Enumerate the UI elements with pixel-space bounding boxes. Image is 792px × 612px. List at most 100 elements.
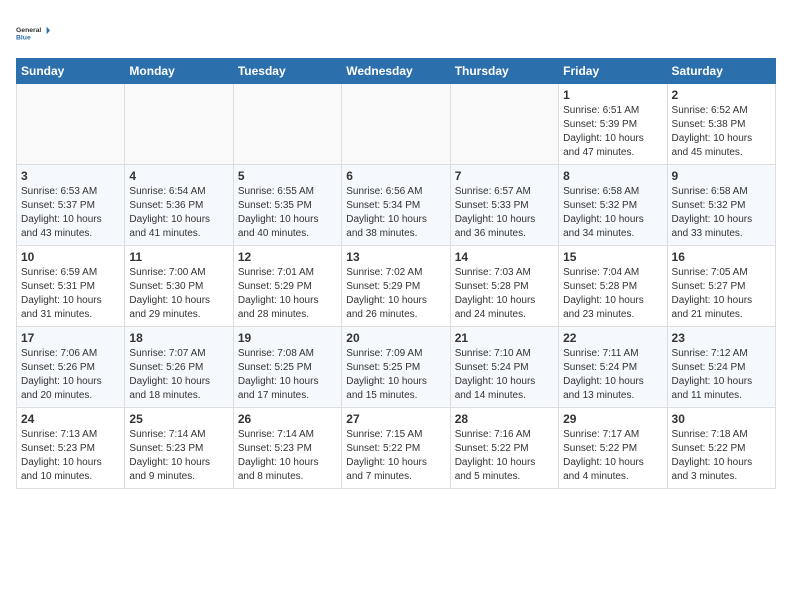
- day-info: Sunrise: 7:13 AM Sunset: 5:23 PM Dayligh…: [21, 428, 120, 484]
- day-number: 6: [346, 169, 445, 183]
- calendar-cell: 30 Sunrise: 7:18 AM Sunset: 5:22 PM Dayli…: [667, 408, 775, 489]
- day-info: Sunrise: 7:02 AM Sunset: 5:29 PM Dayligh…: [346, 266, 445, 322]
- day-info: Sunrise: 7:14 AM Sunset: 5:23 PM Dayligh…: [129, 428, 228, 484]
- calendar-cell: 14 Sunrise: 7:03 AM Sunset: 5:28 PM Dayli…: [450, 246, 558, 327]
- weekday-header: Sunday: [17, 59, 125, 84]
- calendar-cell: 3 Sunrise: 6:53 AM Sunset: 5:37 PM Daylig…: [17, 165, 125, 246]
- day-number: 23: [672, 331, 771, 345]
- weekday-header: Wednesday: [342, 59, 450, 84]
- calendar-cell: 12 Sunrise: 7:01 AM Sunset: 5:29 PM Dayli…: [233, 246, 341, 327]
- day-number: 5: [238, 169, 337, 183]
- weekday-header: Friday: [559, 59, 667, 84]
- day-info: Sunrise: 7:07 AM Sunset: 5:26 PM Dayligh…: [129, 347, 228, 403]
- day-number: 18: [129, 331, 228, 345]
- day-number: 10: [21, 250, 120, 264]
- calendar-cell: 26 Sunrise: 7:14 AM Sunset: 5:23 PM Dayli…: [233, 408, 341, 489]
- calendar-cell: 1 Sunrise: 6:51 AM Sunset: 5:39 PM Daylig…: [559, 84, 667, 165]
- day-number: 15: [563, 250, 662, 264]
- calendar-cell: 28 Sunrise: 7:16 AM Sunset: 5:22 PM Dayli…: [450, 408, 558, 489]
- day-info: Sunrise: 6:59 AM Sunset: 5:31 PM Dayligh…: [21, 266, 120, 322]
- day-number: 2: [672, 88, 771, 102]
- day-info: Sunrise: 7:00 AM Sunset: 5:30 PM Dayligh…: [129, 266, 228, 322]
- day-info: Sunrise: 7:11 AM Sunset: 5:24 PM Dayligh…: [563, 347, 662, 403]
- day-number: 26: [238, 412, 337, 426]
- calendar-cell: 17Sunrise: 7:06 AM Sunset: 5:26 PM Dayli…: [17, 327, 125, 408]
- calendar-cell: 4 Sunrise: 6:54 AM Sunset: 5:36 PM Daylig…: [125, 165, 233, 246]
- weekday-header: Tuesday: [233, 59, 341, 84]
- calendar-cell: [342, 84, 450, 165]
- day-number: 7: [455, 169, 554, 183]
- logo-svg: General Blue: [16, 16, 50, 50]
- day-number: 20: [346, 331, 445, 345]
- calendar-cell: 25 Sunrise: 7:14 AM Sunset: 5:23 PM Dayli…: [125, 408, 233, 489]
- day-number: 30: [672, 412, 771, 426]
- day-number: 13: [346, 250, 445, 264]
- weekday-header-row: SundayMondayTuesdayWednesdayThursdayFrid…: [17, 59, 776, 84]
- calendar-cell: 21 Sunrise: 7:10 AM Sunset: 5:24 PM Dayli…: [450, 327, 558, 408]
- calendar-cell: 24 Sunrise: 7:13 AM Sunset: 5:23 PM Dayli…: [17, 408, 125, 489]
- calendar-cell: 11 Sunrise: 7:00 AM Sunset: 5:30 PM Dayli…: [125, 246, 233, 327]
- day-number: 12: [238, 250, 337, 264]
- day-number: 29: [563, 412, 662, 426]
- day-number: 28: [455, 412, 554, 426]
- day-number: 16: [672, 250, 771, 264]
- day-info: Sunrise: 6:53 AM Sunset: 5:37 PM Dayligh…: [21, 185, 120, 241]
- day-info: Sunrise: 7:18 AM Sunset: 5:22 PM Dayligh…: [672, 428, 771, 484]
- day-number: 3: [21, 169, 120, 183]
- calendar-cell: [233, 84, 341, 165]
- day-number: 24: [21, 412, 120, 426]
- page-header: General Blue: [16, 16, 776, 50]
- day-info: Sunrise: 7:14 AM Sunset: 5:23 PM Dayligh…: [238, 428, 337, 484]
- calendar-table: SundayMondayTuesdayWednesdayThursdayFrid…: [16, 58, 776, 489]
- day-info: Sunrise: 6:58 AM Sunset: 5:32 PM Dayligh…: [563, 185, 662, 241]
- day-info: Sunrise: 7:10 AM Sunset: 5:24 PM Dayligh…: [455, 347, 554, 403]
- svg-text:General: General: [16, 27, 41, 34]
- day-number: 21: [455, 331, 554, 345]
- calendar-cell: 8 Sunrise: 6:58 AM Sunset: 5:32 PM Daylig…: [559, 165, 667, 246]
- day-info: Sunrise: 7:09 AM Sunset: 5:25 PM Dayligh…: [346, 347, 445, 403]
- weekday-header: Saturday: [667, 59, 775, 84]
- calendar-cell: 23Sunrise: 7:12 AM Sunset: 5:24 PM Dayli…: [667, 327, 775, 408]
- day-info: Sunrise: 6:54 AM Sunset: 5:36 PM Dayligh…: [129, 185, 228, 241]
- day-info: Sunrise: 7:03 AM Sunset: 5:28 PM Dayligh…: [455, 266, 554, 322]
- day-number: 4: [129, 169, 228, 183]
- calendar-cell: 16Sunrise: 7:05 AM Sunset: 5:27 PM Dayli…: [667, 246, 775, 327]
- day-info: Sunrise: 6:58 AM Sunset: 5:32 PM Dayligh…: [672, 185, 771, 241]
- day-number: 11: [129, 250, 228, 264]
- calendar-cell: 5Sunrise: 6:55 AM Sunset: 5:35 PM Daylig…: [233, 165, 341, 246]
- day-info: Sunrise: 7:15 AM Sunset: 5:22 PM Dayligh…: [346, 428, 445, 484]
- day-number: 27: [346, 412, 445, 426]
- calendar-cell: [450, 84, 558, 165]
- calendar-week-row: 3 Sunrise: 6:53 AM Sunset: 5:37 PM Daylig…: [17, 165, 776, 246]
- day-number: 25: [129, 412, 228, 426]
- calendar-week-row: 17Sunrise: 7:06 AM Sunset: 5:26 PM Dayli…: [17, 327, 776, 408]
- day-info: Sunrise: 7:16 AM Sunset: 5:22 PM Dayligh…: [455, 428, 554, 484]
- calendar-cell: 9Sunrise: 6:58 AM Sunset: 5:32 PM Daylig…: [667, 165, 775, 246]
- day-info: Sunrise: 6:56 AM Sunset: 5:34 PM Dayligh…: [346, 185, 445, 241]
- day-number: 14: [455, 250, 554, 264]
- day-info: Sunrise: 6:57 AM Sunset: 5:33 PM Dayligh…: [455, 185, 554, 241]
- day-info: Sunrise: 7:08 AM Sunset: 5:25 PM Dayligh…: [238, 347, 337, 403]
- calendar-cell: 18 Sunrise: 7:07 AM Sunset: 5:26 PM Dayli…: [125, 327, 233, 408]
- day-number: 8: [563, 169, 662, 183]
- day-info: Sunrise: 7:17 AM Sunset: 5:22 PM Dayligh…: [563, 428, 662, 484]
- calendar-cell: 7 Sunrise: 6:57 AM Sunset: 5:33 PM Daylig…: [450, 165, 558, 246]
- calendar-cell: [125, 84, 233, 165]
- calendar-cell: 19Sunrise: 7:08 AM Sunset: 5:25 PM Dayli…: [233, 327, 341, 408]
- day-number: 17: [21, 331, 120, 345]
- day-info: Sunrise: 7:01 AM Sunset: 5:29 PM Dayligh…: [238, 266, 337, 322]
- day-info: Sunrise: 6:51 AM Sunset: 5:39 PM Dayligh…: [563, 104, 662, 160]
- day-number: 1: [563, 88, 662, 102]
- calendar-cell: 20 Sunrise: 7:09 AM Sunset: 5:25 PM Dayli…: [342, 327, 450, 408]
- day-info: Sunrise: 6:52 AM Sunset: 5:38 PM Dayligh…: [672, 104, 771, 160]
- calendar-cell: 10 Sunrise: 6:59 AM Sunset: 5:31 PM Dayli…: [17, 246, 125, 327]
- calendar-week-row: 10 Sunrise: 6:59 AM Sunset: 5:31 PM Dayli…: [17, 246, 776, 327]
- calendar-cell: 15Sunrise: 7:04 AM Sunset: 5:28 PM Dayli…: [559, 246, 667, 327]
- calendar-cell: [17, 84, 125, 165]
- weekday-header: Monday: [125, 59, 233, 84]
- calendar-week-row: 1 Sunrise: 6:51 AM Sunset: 5:39 PM Daylig…: [17, 84, 776, 165]
- weekday-header: Thursday: [450, 59, 558, 84]
- calendar-cell: 2 Sunrise: 6:52 AM Sunset: 5:38 PM Daylig…: [667, 84, 775, 165]
- calendar-week-row: 24 Sunrise: 7:13 AM Sunset: 5:23 PM Dayli…: [17, 408, 776, 489]
- calendar-cell: 22Sunrise: 7:11 AM Sunset: 5:24 PM Dayli…: [559, 327, 667, 408]
